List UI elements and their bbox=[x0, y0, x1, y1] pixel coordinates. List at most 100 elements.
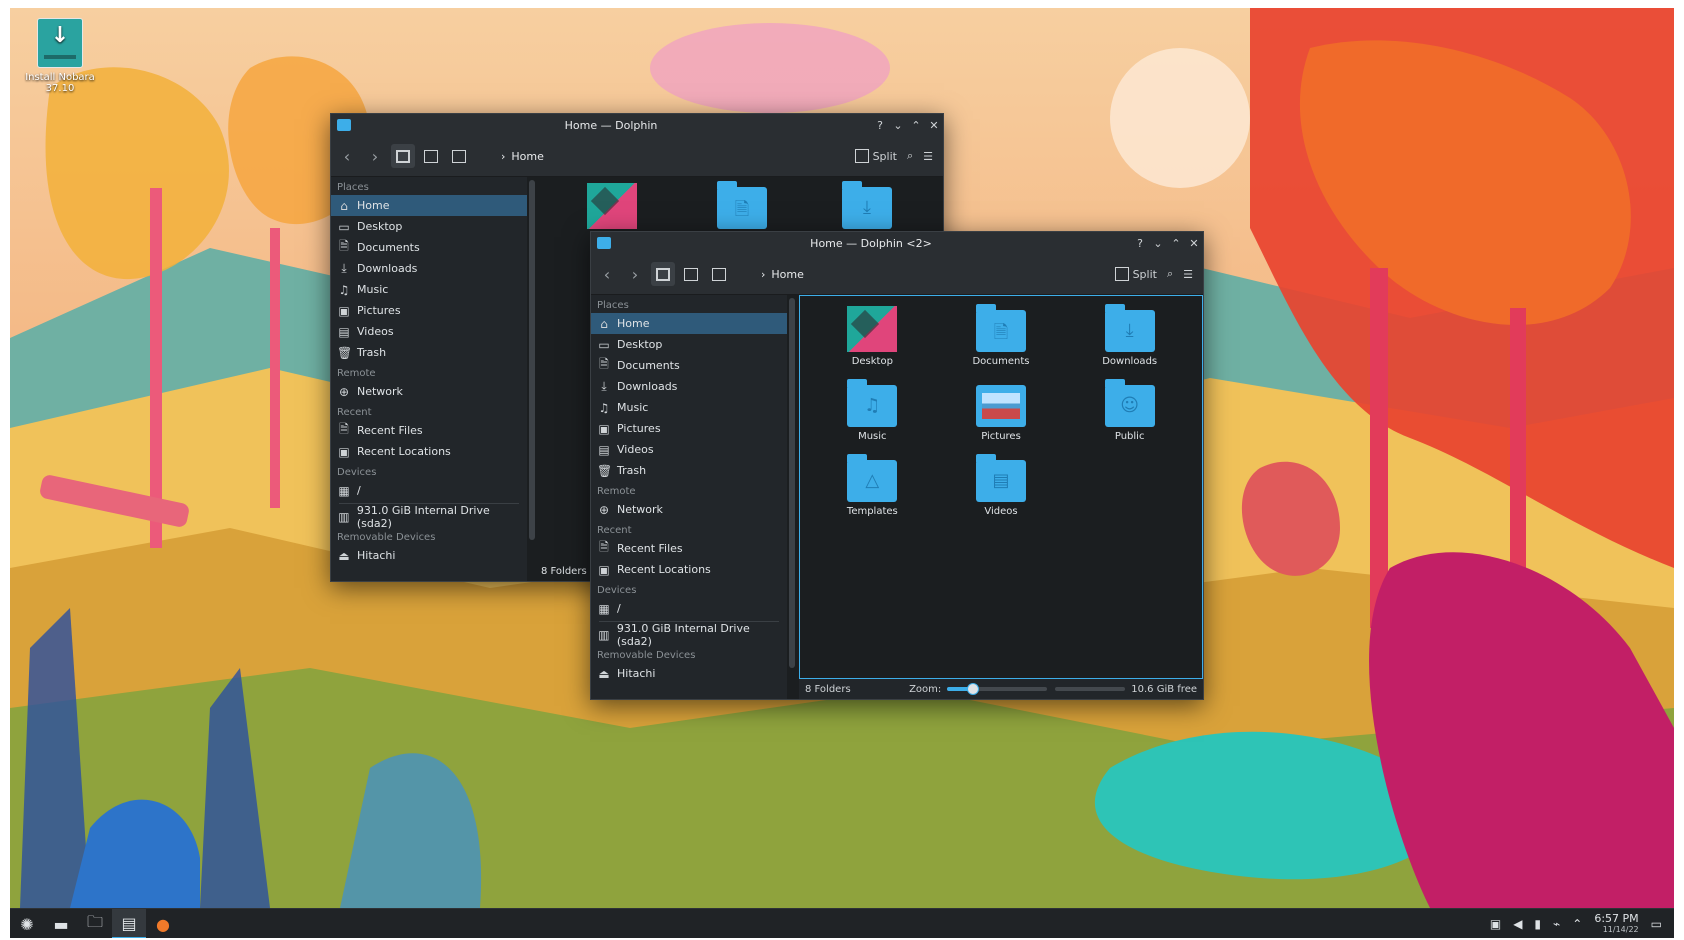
show-desktop-icon[interactable]: ▭ bbox=[1651, 917, 1662, 931]
folder-item-downloads[interactable]: ⤓ Downloads bbox=[1065, 304, 1194, 367]
back-arrow-icon[interactable]: ‹ bbox=[335, 144, 359, 168]
places-item-home[interactable]: ⌂ Home bbox=[591, 313, 787, 334]
places-item-pictures[interactable]: ▣ Pictures bbox=[591, 418, 787, 439]
hamburger-menu-icon[interactable]: ☰ bbox=[1183, 268, 1193, 281]
breadcrumb[interactable]: › Home bbox=[761, 268, 804, 281]
folder-item-videos[interactable]: ▤ Videos bbox=[937, 454, 1066, 517]
places-item-931-0-gib-internal-drive-sda2[interactable]: ▥ 931.0 GiB Internal Drive (sda2) bbox=[591, 622, 787, 648]
places-item-downloads[interactable]: ⤓ Downloads bbox=[331, 258, 527, 279]
places-item-desktop[interactable]: ▭ Desktop bbox=[331, 216, 527, 237]
forward-arrow-icon[interactable]: › bbox=[623, 262, 647, 286]
places-item-trash[interactable]: 🗑 Trash bbox=[591, 460, 787, 481]
folder-item-music[interactable]: ♫ Music bbox=[808, 379, 937, 442]
icons-view-button[interactable] bbox=[391, 144, 415, 168]
folder-item-desktop[interactable]: Desktop bbox=[808, 304, 937, 367]
places-item-recent-files[interactable]: 🗎 Recent Files bbox=[591, 538, 787, 559]
close-icon[interactable]: ✕ bbox=[1185, 237, 1203, 250]
help-icon[interactable]: ? bbox=[871, 119, 889, 132]
folder-item-public[interactable]: ☺ Public bbox=[1065, 379, 1194, 442]
firefox-icon[interactable]: ● bbox=[146, 909, 180, 938]
recent-files-icon: 🗎 bbox=[339, 422, 349, 436]
documents-folder-partial[interactable]: 🗎 bbox=[717, 181, 767, 229]
places-item-label: Trash bbox=[617, 464, 647, 477]
places-item-recent-files[interactable]: 🗎 Recent Files bbox=[331, 420, 527, 441]
places-item-network[interactable]: ⊕ Network bbox=[591, 499, 787, 520]
search-icon[interactable]: ⌕ bbox=[1167, 267, 1173, 281]
details-view-button[interactable] bbox=[447, 144, 471, 168]
split-button[interactable]: Split bbox=[854, 149, 897, 163]
status-bar: 8 Folders Zoom: 10.6 GiB free bbox=[799, 679, 1203, 699]
icons-view-button[interactable] bbox=[651, 262, 675, 286]
search-icon[interactable]: ⌕ bbox=[907, 149, 913, 163]
breadcrumb-home[interactable]: Home bbox=[771, 268, 803, 281]
places-item-videos[interactable]: ▤ Videos bbox=[591, 439, 787, 460]
titlebar[interactable]: Home — Dolphin <2> ? ⌄ ⌃ ✕ bbox=[591, 232, 1203, 254]
zoom-slider-handle[interactable] bbox=[967, 683, 980, 695]
places-item-hitachi[interactable]: ⏏ Hitachi bbox=[331, 545, 527, 566]
details-view-icon bbox=[452, 149, 466, 163]
battery-icon[interactable]: ▮ bbox=[1534, 917, 1541, 931]
places-item-recent-locations[interactable]: ▣ Recent Locations bbox=[591, 559, 787, 580]
recent-header: Recent bbox=[337, 407, 372, 418]
trash-icon: 🗑 bbox=[337, 345, 353, 360]
maximize-icon[interactable]: ⌃ bbox=[1167, 237, 1185, 250]
hamburger-menu-icon[interactable]: ☰ bbox=[923, 150, 933, 163]
places-item-music[interactable]: ♫ Music bbox=[591, 397, 787, 418]
digital-clock[interactable]: 6:57 PM 11/14/22 bbox=[1594, 913, 1638, 935]
dolphin-window-front[interactable]: Home — Dolphin <2> ? ⌄ ⌃ ✕ ‹ › › Home Spl… bbox=[590, 231, 1204, 700]
places-item-root[interactable]: ▦ / bbox=[591, 598, 787, 619]
volume-icon[interactable]: ◀ bbox=[1513, 917, 1522, 931]
folder-item-documents[interactable]: 🗎 Documents bbox=[937, 304, 1066, 367]
network-status-icon[interactable]: ⌁ bbox=[1553, 917, 1560, 931]
downloads-folder-partial[interactable]: ⤓ bbox=[842, 181, 892, 229]
places-item-pictures[interactable]: ▣ Pictures bbox=[331, 300, 527, 321]
tray-expand-icon[interactable]: ⌃ bbox=[1572, 917, 1582, 931]
music-folder-icon: ♫ bbox=[847, 379, 898, 427]
install-nobara-desktop-icon[interactable]: Install Nobara 37.10 bbox=[20, 18, 100, 94]
documents-icon: 🗎 bbox=[339, 239, 349, 253]
places-item-recent-locations[interactable]: ▣ Recent Locations bbox=[331, 441, 527, 462]
places-scrollbar[interactable] bbox=[789, 298, 795, 668]
removable-devices-header: Removable Devices bbox=[337, 532, 436, 543]
places-item-hitachi[interactable]: ⏏ Hitachi bbox=[591, 663, 787, 684]
clipboard-icon[interactable]: ▣ bbox=[1490, 917, 1501, 931]
places-item-home[interactable]: ⌂ Home bbox=[331, 195, 527, 216]
folder-label: Templates bbox=[846, 506, 898, 517]
maximize-icon[interactable]: ⌃ bbox=[907, 119, 925, 132]
places-item-network[interactable]: ⊕ Network bbox=[331, 381, 527, 402]
breadcrumb-home[interactable]: Home bbox=[511, 150, 543, 163]
folder-item-templates[interactable]: △ Templates bbox=[808, 454, 937, 517]
back-arrow-icon[interactable]: ‹ bbox=[595, 262, 619, 286]
places-item-documents[interactable]: 🗎 Documents bbox=[331, 237, 527, 258]
minimize-icon[interactable]: ⌄ bbox=[889, 119, 907, 132]
places-scrollbar[interactable] bbox=[529, 180, 535, 540]
places-item-931-0-gib-internal-drive-sda2[interactable]: ▥ 931.0 GiB Internal Drive (sda2) bbox=[331, 504, 527, 530]
dolphin-window-task-icon[interactable]: ▤ bbox=[112, 909, 146, 938]
dolphin-taskbar-icon[interactable]: 🗀 bbox=[78, 909, 112, 938]
help-icon[interactable]: ? bbox=[1131, 237, 1149, 250]
places-item-downloads[interactable]: ⤓ Downloads bbox=[591, 376, 787, 397]
forward-arrow-icon[interactable]: › bbox=[363, 144, 387, 168]
places-item-music[interactable]: ♫ Music bbox=[331, 279, 527, 300]
folder-item-pictures[interactable]: Pictures bbox=[937, 379, 1066, 442]
places-item-documents[interactable]: 🗎 Documents bbox=[591, 355, 787, 376]
zoom-slider[interactable] bbox=[947, 683, 1048, 695]
places-item-trash[interactable]: 🗑 Trash bbox=[331, 342, 527, 363]
desktop-folder-thumb-partial[interactable] bbox=[587, 181, 637, 229]
pager-icon[interactable]: ▬ bbox=[44, 909, 78, 938]
places-item-desktop[interactable]: ▭ Desktop bbox=[591, 334, 787, 355]
details-view-button[interactable] bbox=[707, 262, 731, 286]
places-item-root[interactable]: ▦ / bbox=[331, 480, 527, 501]
file-view[interactable]: Desktop 🗎 Documents ⤓ Downloads ♫ Music Picture… bbox=[799, 295, 1203, 679]
close-icon[interactable]: ✕ bbox=[925, 119, 943, 132]
application-launcher-icon[interactable]: ✺ bbox=[10, 909, 44, 938]
split-button[interactable]: Split bbox=[1114, 267, 1157, 281]
titlebar[interactable]: Home — Dolphin ? ⌄ ⌃ ✕ bbox=[331, 114, 943, 136]
places-item-label: Music bbox=[617, 401, 649, 414]
compact-view-button[interactable] bbox=[419, 144, 443, 168]
compact-view-button[interactable] bbox=[679, 262, 703, 286]
minimize-icon[interactable]: ⌄ bbox=[1149, 237, 1167, 250]
zoom-label: Zoom: bbox=[909, 683, 942, 695]
places-item-videos[interactable]: ▤ Videos bbox=[331, 321, 527, 342]
breadcrumb[interactable]: › Home bbox=[501, 150, 544, 163]
